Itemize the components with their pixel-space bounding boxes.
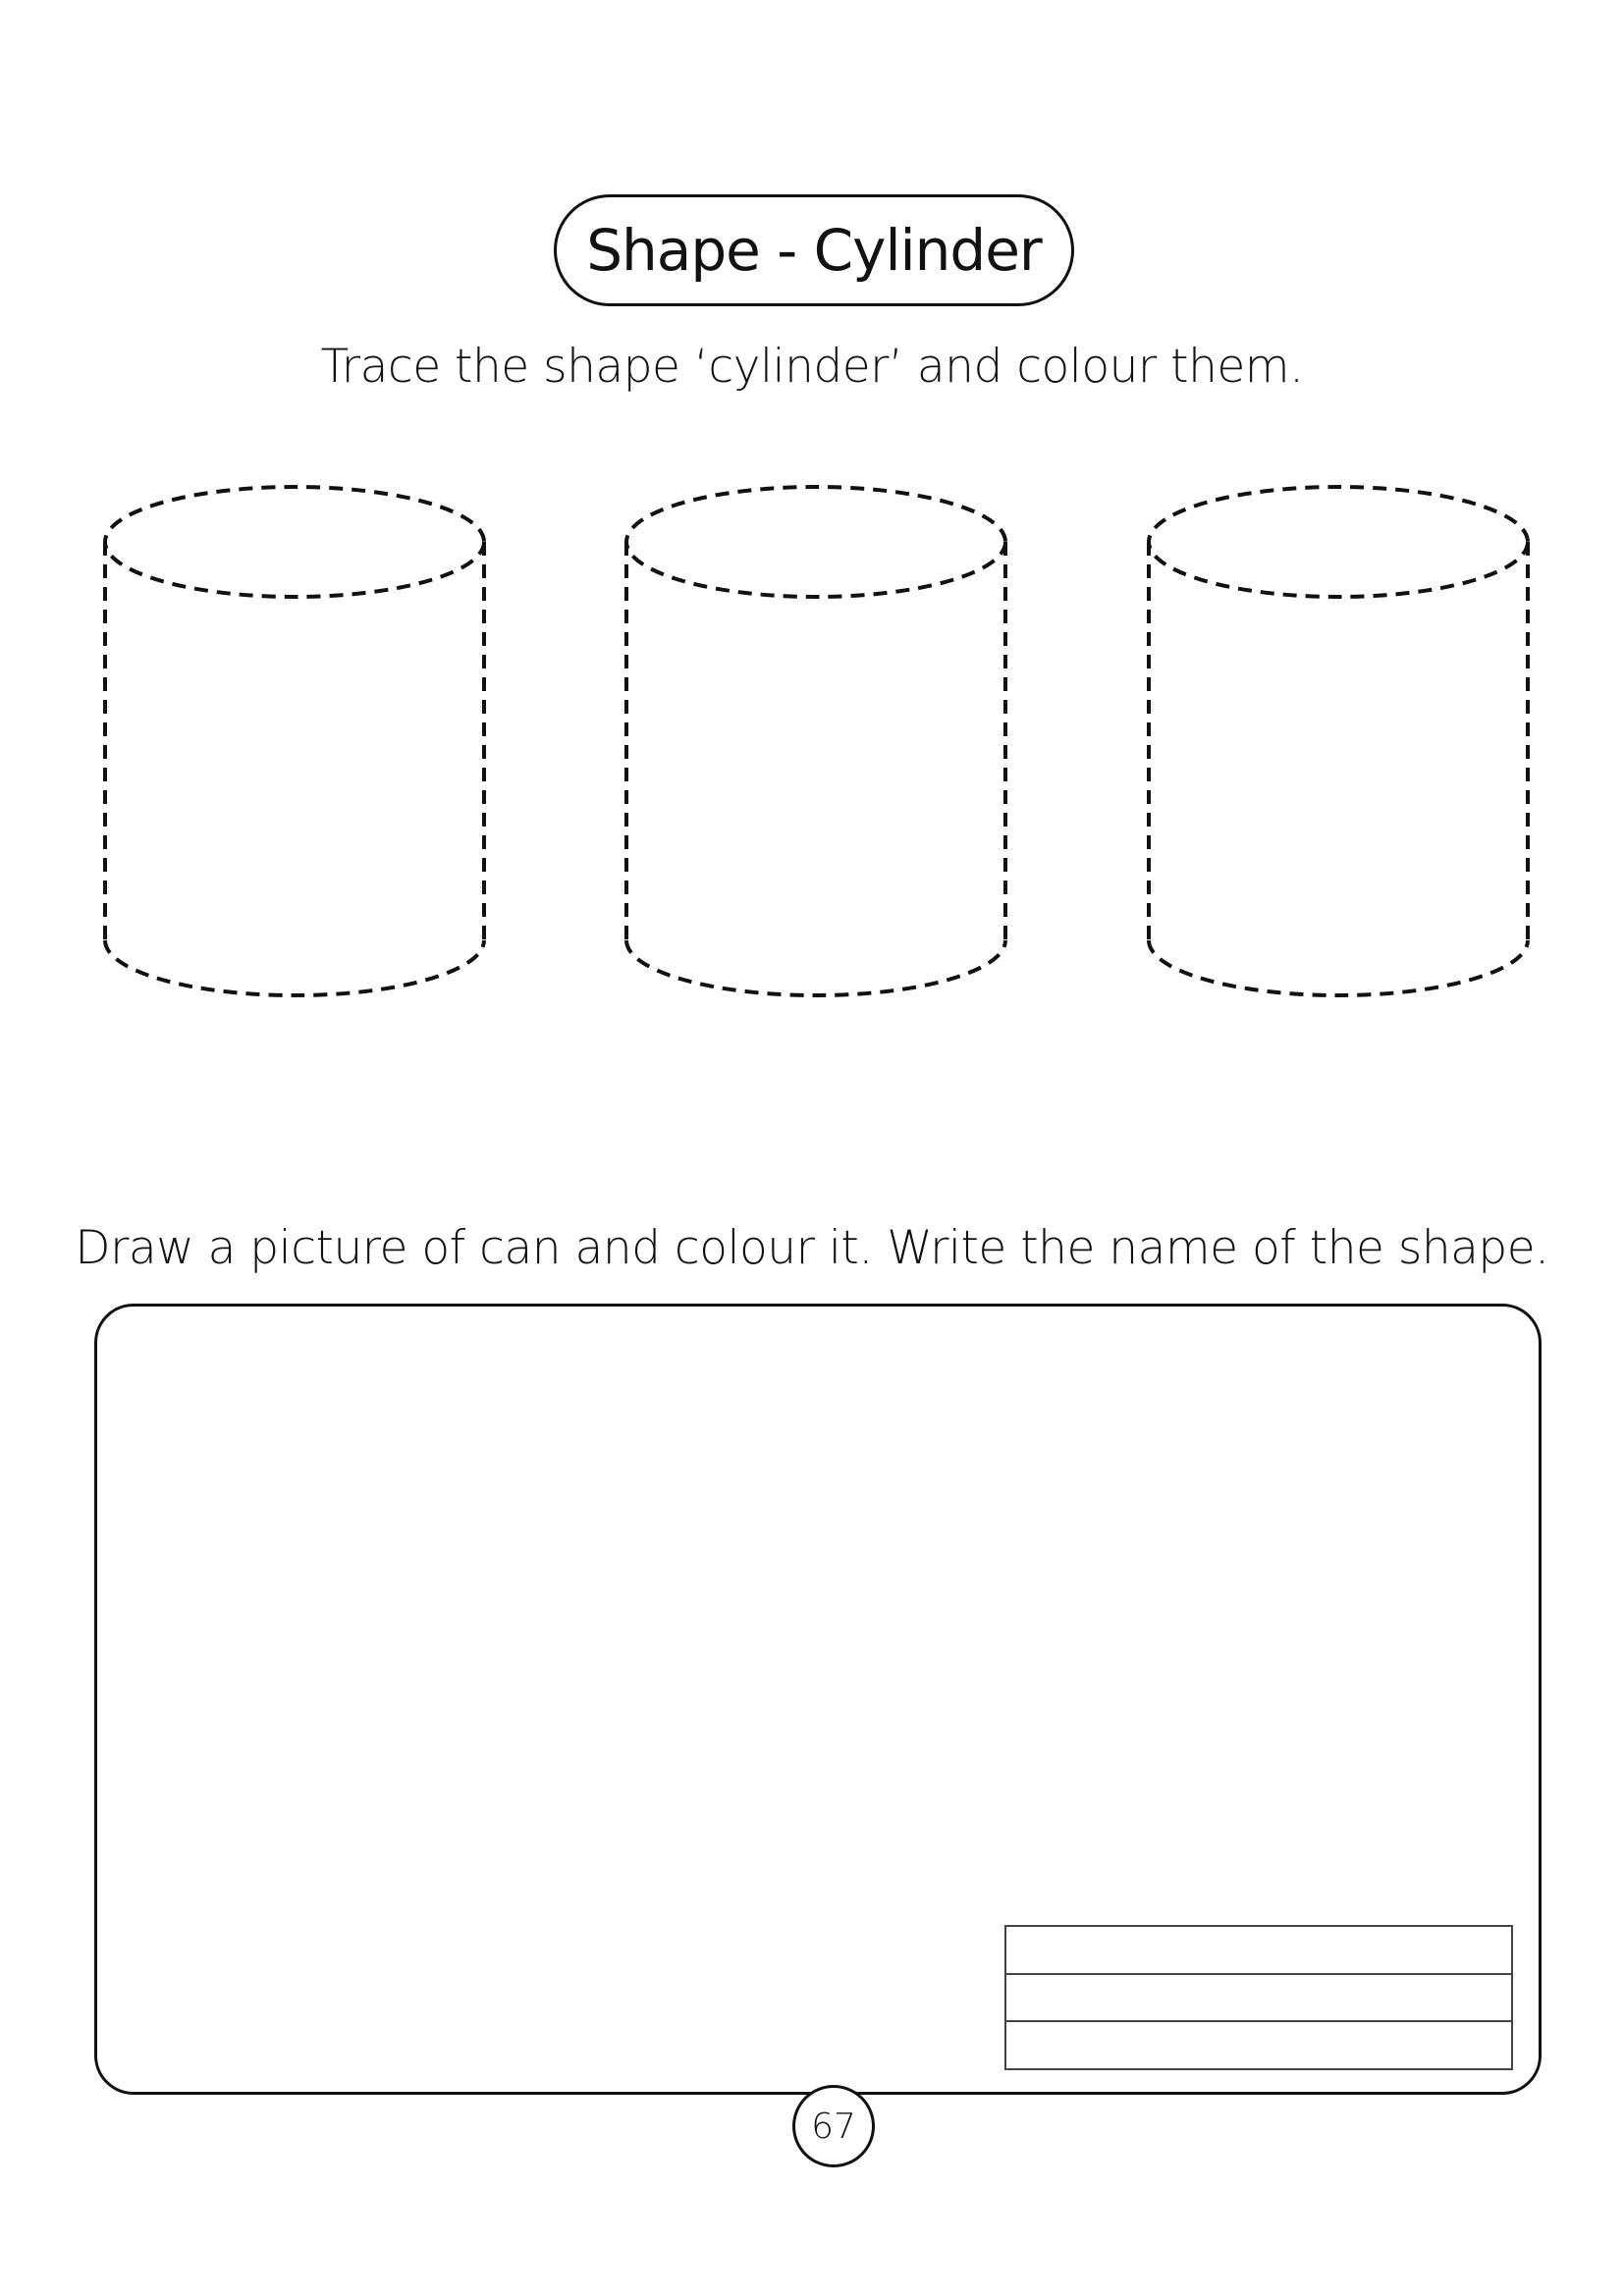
answer-line[interactable]: [1006, 1975, 1511, 2023]
page-number-text: 67: [811, 2106, 856, 2147]
shape-name-answer-box[interactable]: [1004, 1925, 1513, 2070]
trace-instruction: Trace the shape ‘cylinder’ and colour th…: [320, 340, 1304, 394]
draw-instruction: Draw a picture of can and colour it. Wri…: [75, 1221, 1549, 1275]
worksheet-title: Shape - Cylinder: [554, 194, 1074, 306]
answer-line[interactable]: [1006, 2022, 1511, 2068]
worksheet-title-text: Shape - Cylinder: [586, 217, 1043, 284]
tracing-cylinder-1[interactable]: [98, 481, 491, 1021]
dashed-cylinder-icon: [103, 485, 486, 997]
dashed-cylinder-icon: [624, 485, 1007, 997]
dashed-cylinder-icon: [1147, 485, 1530, 997]
tracing-cylinder-2[interactable]: [620, 481, 1012, 1021]
answer-line[interactable]: [1006, 1927, 1511, 1975]
page-number: 67: [792, 2085, 875, 2167]
tracing-cylinder-3[interactable]: [1142, 481, 1535, 1021]
